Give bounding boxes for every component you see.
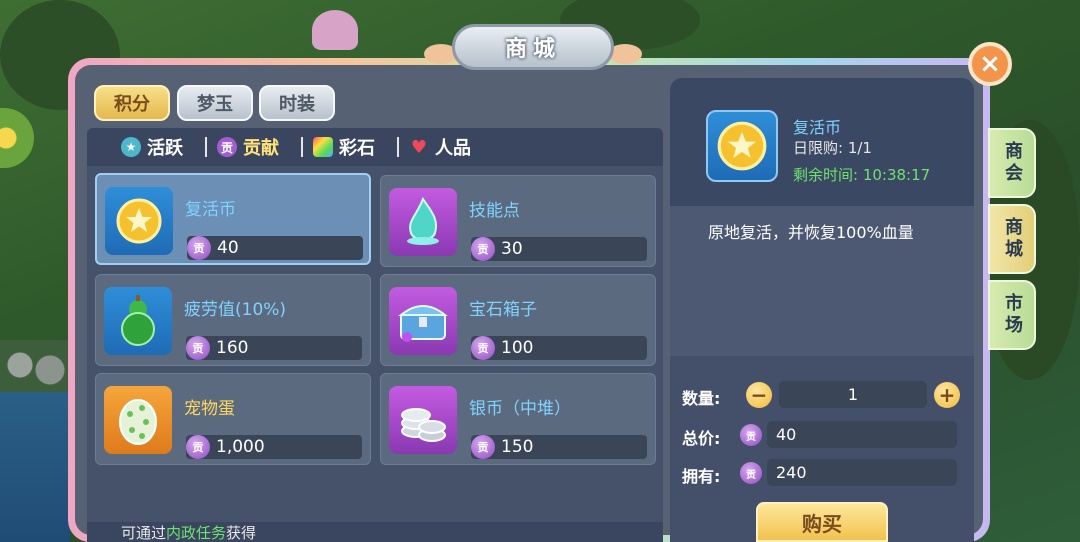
item-name: 银币（中堆）	[469, 399, 571, 419]
background-flower	[312, 10, 358, 50]
item-price: 160	[186, 336, 362, 360]
side-tab-shanghui[interactable]: 商会	[988, 128, 1036, 198]
tab-mengyu[interactable]: 梦玉	[177, 85, 253, 121]
side-tab-shichang[interactable]: 市场	[988, 280, 1036, 350]
item-card-jinengdian[interactable]: 技能点 30 贡	[380, 175, 656, 267]
green-gourd-icon	[104, 287, 172, 355]
spotted-egg-icon	[104, 386, 172, 454]
increase-button[interactable]: +	[934, 382, 960, 408]
silver-coins-icon	[389, 386, 457, 454]
category-label: 人品	[435, 138, 471, 159]
gong-coin-icon: 贡	[471, 237, 495, 261]
item-name: 宝石箱子	[469, 300, 537, 320]
item-card-yinbi[interactable]: 银币（中堆） 150 贡	[380, 373, 656, 465]
gong-coin-icon: 贡	[740, 424, 762, 446]
gold-star-coin-icon	[105, 187, 173, 255]
total-price-label: 总价:	[682, 429, 721, 448]
item-card-chongwudan[interactable]: 宠物蛋 1,000 贡	[95, 373, 371, 465]
gold-star-coin-icon	[706, 110, 778, 182]
category-label: 彩石	[339, 138, 375, 159]
owned-value: 240	[767, 459, 957, 486]
background-leaf	[0, 108, 34, 168]
category-divider	[397, 137, 399, 157]
background-rocks	[0, 340, 70, 395]
gong-coin-icon: 贡	[471, 435, 495, 459]
tab-jifen[interactable]: 积分	[94, 85, 170, 121]
quantity-label: 数量:	[682, 389, 721, 408]
acquire-hint-prefix: 可通过	[121, 524, 167, 542]
category-divider	[205, 137, 207, 157]
total-price-value: 40	[767, 421, 957, 448]
rainbow-gem-icon	[313, 137, 333, 157]
acquire-hint: 可通过内政任务获得	[87, 522, 663, 542]
detail-item-name: 复活币	[793, 118, 842, 137]
detail-remaining-time: 剩余时间: 10:38:17	[793, 166, 931, 184]
side-tab-shangcheng[interactable]: 商城	[988, 204, 1036, 274]
gong-coin-icon: 贡	[186, 336, 210, 360]
item-price: 150	[471, 435, 647, 459]
item-price: 1,000	[186, 435, 362, 459]
star-badge-icon: ★	[121, 137, 141, 157]
acquire-hint-suffix: 获得	[226, 524, 257, 542]
item-card-baoshixiangzi[interactable]: 宝石箱子 100 贡	[380, 274, 656, 366]
heart-icon: ♥	[410, 136, 428, 158]
category-label: 贡献	[243, 138, 279, 159]
category-label: 活跃	[147, 138, 183, 159]
item-price: 30	[471, 237, 647, 261]
item-name: 复活币	[185, 200, 236, 220]
gong-coin-icon: 贡	[187, 236, 211, 260]
spirit-flame-icon	[389, 188, 457, 256]
detail-daily-limit: 日限购: 1/1	[793, 139, 872, 157]
gong-coin-icon: 贡	[740, 462, 762, 484]
background-water	[0, 392, 70, 542]
window-title: 商城	[452, 24, 614, 70]
treasure-chest-icon	[389, 287, 457, 355]
item-price: 100	[471, 336, 647, 360]
item-name: 宠物蛋	[184, 399, 235, 419]
item-price: 40	[187, 236, 363, 260]
gong-coin-icon: 贡	[471, 336, 495, 360]
category-renpin[interactable]: ♥ 人品	[397, 134, 471, 160]
category-gongxian[interactable]: 贡 贡献	[205, 134, 279, 160]
gong-coin-icon: 贡	[186, 435, 210, 459]
acquire-hint-link[interactable]: 内政任务	[166, 524, 226, 542]
category-caishi[interactable]: 彩石	[301, 134, 375, 160]
owned-label: 拥有:	[682, 467, 721, 486]
category-divider	[301, 137, 303, 157]
item-card-pilaozhi[interactable]: 疲劳值(10%) 160 贡	[95, 274, 371, 366]
quantity-stepper[interactable]: 1	[779, 381, 927, 408]
tab-shizhuang[interactable]: 时装	[259, 85, 335, 121]
gong-coin-icon: 贡	[217, 137, 237, 157]
category-huoyue[interactable]: ★ 活跃	[121, 134, 183, 160]
decrease-button[interactable]: −	[746, 382, 772, 408]
close-button[interactable]: ×	[968, 42, 1012, 86]
item-name: 疲劳值(10%)	[184, 300, 287, 320]
item-name: 技能点	[469, 201, 520, 221]
detail-description: 原地复活，并恢复100%血量	[708, 223, 914, 242]
buy-button[interactable]: 购买	[756, 502, 888, 542]
item-card-fuhuobi[interactable]: 复活币 40 贡	[95, 173, 371, 265]
category-bar: ★ 活跃 贡 贡献 彩石 ♥ 人品	[87, 128, 663, 166]
